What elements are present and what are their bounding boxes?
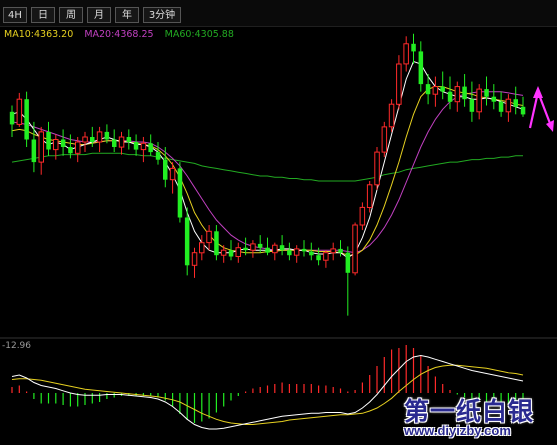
candle-up xyxy=(38,131,44,163)
watermark-url: www.diyizby.com xyxy=(404,423,511,438)
candle-down xyxy=(214,231,219,256)
candle-down xyxy=(338,248,343,253)
arrow-head-up-icon xyxy=(533,86,543,98)
candle-down xyxy=(184,217,190,266)
ma20-label: MA20:4368.25 xyxy=(84,29,154,40)
macd-value-label: -12.96 xyxy=(2,341,32,351)
candle-up xyxy=(330,248,336,254)
candle-up xyxy=(220,249,227,256)
candle-down xyxy=(418,51,424,85)
ma10-label: MA10:4363.20 xyxy=(4,29,74,40)
candle-down xyxy=(301,248,307,252)
candle-up xyxy=(388,103,395,128)
candle-up xyxy=(16,98,23,125)
candle-up xyxy=(206,230,212,244)
ma5-line xyxy=(11,60,524,259)
candle-down xyxy=(265,247,270,253)
candle-up xyxy=(323,252,329,261)
candle-down xyxy=(462,86,467,100)
candle-down xyxy=(9,111,15,125)
candle-down xyxy=(316,255,321,261)
candle-up xyxy=(118,136,125,148)
candle-down xyxy=(155,152,161,160)
candle-up xyxy=(374,151,380,186)
candle-up xyxy=(396,63,402,105)
candle-up xyxy=(235,247,241,257)
candle-up xyxy=(199,242,205,254)
candle-down xyxy=(279,245,285,251)
candle-up xyxy=(381,126,388,153)
candle-down xyxy=(24,99,29,140)
watermark-logo: 第一纸白银 www.diyizby.com xyxy=(402,392,554,442)
candle-up xyxy=(75,141,81,154)
candle-down xyxy=(520,106,526,115)
candle-up xyxy=(272,244,278,254)
candle-down xyxy=(126,137,132,142)
candle-up xyxy=(250,243,256,251)
candle-down xyxy=(447,91,453,102)
candle-up xyxy=(505,98,512,113)
candle-up xyxy=(454,86,461,103)
candle-up xyxy=(476,88,482,113)
candle-down xyxy=(309,251,314,256)
candle-down xyxy=(228,250,234,257)
candle-down xyxy=(31,139,37,163)
candle-down xyxy=(411,43,416,52)
candle-down xyxy=(498,101,504,112)
candle-down xyxy=(469,99,475,112)
candle-up xyxy=(82,136,88,143)
ma60-label: MA60:4305.88 xyxy=(164,29,234,40)
candle-up xyxy=(293,248,300,256)
candle-down xyxy=(491,96,497,102)
candle-up xyxy=(432,86,439,95)
candle-down xyxy=(257,243,263,248)
candle-up xyxy=(352,224,358,274)
ma60-line xyxy=(11,152,523,182)
candle-down xyxy=(425,84,431,95)
candle-down xyxy=(112,139,117,147)
candle-up xyxy=(366,184,373,209)
candle-down xyxy=(243,247,248,251)
candle-up xyxy=(53,139,59,151)
candle-down xyxy=(90,137,95,142)
candle-down xyxy=(60,139,66,147)
candle-down xyxy=(46,131,51,150)
ma10-line xyxy=(11,86,524,256)
ma20-line xyxy=(11,91,524,254)
candle-down xyxy=(177,168,183,218)
kline-chart[interactable] xyxy=(0,0,557,445)
candle-down xyxy=(440,86,445,92)
candle-down xyxy=(133,142,139,150)
candle-up xyxy=(403,43,409,65)
candle-up xyxy=(96,131,103,143)
candle-down xyxy=(148,143,153,153)
candle-up xyxy=(359,206,366,226)
candle-down xyxy=(68,147,73,154)
candle-down xyxy=(513,99,518,107)
ma-legend: MA10:4363.20 MA20:4368.25 MA60:4305.88 xyxy=(4,29,242,40)
candle-down xyxy=(345,252,351,273)
candle-down xyxy=(163,159,168,180)
candle-down xyxy=(287,250,292,256)
candle-up xyxy=(140,142,147,151)
candle-up xyxy=(169,167,176,181)
candle-down xyxy=(484,89,489,97)
candle-down xyxy=(104,131,110,140)
candle-up xyxy=(191,252,198,266)
